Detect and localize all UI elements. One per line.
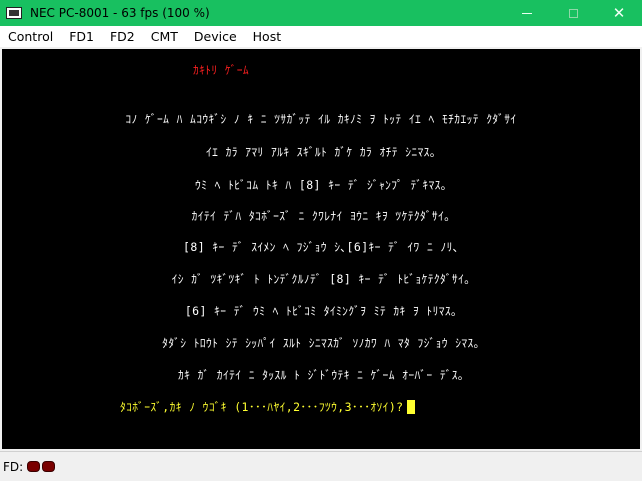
speed-prompt: ﾀｺﾎﾞｰｽﾞ,ｶｷ ﾉ ｳｺﾞｷ (1･･･ﾊﾔｲ,2･･･ﾌﾂｳ,3･･･ｵ…: [120, 399, 620, 415]
instruction-line-3: ｳﾐ ﾍ ﾄﾋﾞｺﾑ ﾄｷ ﾊ [8] ｷｰ ﾃﾞ ｼﾞｬﾝﾌﾟ ﾃﾞｷﾏｽ｡: [195, 178, 447, 192]
menu-host[interactable]: Host: [245, 26, 289, 47]
menu-fd1[interactable]: FD1: [61, 26, 102, 47]
close-icon: ✕: [612, 3, 626, 22]
title-bar: NEC PC-8001 - 63 fps (100 %) ✕: [0, 0, 642, 26]
menu-cmt[interactable]: CMT: [143, 26, 186, 47]
instruction-line-5: [8] ｷｰ ﾃﾞ ｽｲﾒﾝ ﾍ ﾌｼﾞｮｳ ｼ､[6]ｷｰ ﾃﾞ ｲﾜ ﾆ ﾉ…: [183, 240, 459, 254]
emulator-screen[interactable]: ｶｷﾄﾘ ｹﾞｰﾑ ｺﾉ ｹﾞｰﾑ ﾊ ﾑｺｳｷﾞｼ ﾉ ｷ ﾆ ﾂｻｶﾞｯﾃ …: [2, 49, 640, 449]
fd-led-1: [27, 461, 41, 472]
maximize-button[interactable]: [550, 0, 596, 26]
status-bar: FD:: [0, 451, 642, 481]
instruction-line-6: ｲｼ ｶﾞ ﾂｷﾞﾂｷﾞ ﾄ ﾄﾝﾃﾞｸﾙﾉﾃﾞ [8] ｷｰ ﾃﾞ ﾄﾋﾞｮｹ…: [171, 272, 471, 286]
instruction-line-4: ｶｲﾃｲ ﾃﾞﾊ ﾀｺﾎﾞｰｽﾞ ﾆ ｸﾜﾚﾅｲ ﾖｳﾆ ｷｦ ﾂｹﾃｸﾀﾞｻｲ…: [191, 209, 451, 223]
speed-prompt-text: ﾀｺﾎﾞｰｽﾞ,ｶｷ ﾉ ｳｺﾞｷ (1･･･ﾊﾔｲ,2･･･ﾌﾂｳ,3･･･ｵ…: [120, 400, 404, 414]
menu-fd2[interactable]: FD2: [102, 26, 143, 47]
instruction-line-1: ｺﾉ ｹﾞｰﾑ ﾊ ﾑｺｳｷﾞｼ ﾉ ｷ ﾆ ﾂｻｶﾞｯﾃ ｲﾙ ｶｷﾉﾐ ｦ …: [125, 112, 517, 126]
window-title: NEC PC-8001 - 63 fps (100 %): [30, 6, 210, 20]
instruction-line-7: [6] ｷｰ ﾃﾞ ｳﾐ ﾍ ﾄﾋﾞｺﾐ ﾀｲﾐﾝｸﾞｦ ﾐﾃ ｶｷ ｦ ﾄﾘﾏ…: [184, 304, 458, 318]
instruction-line-2: ｲｴ ｶﾗ ｱﾏﾘ ｱﾙｷ ｽｷﾞﾙﾄ ｶﾞｹ ｶﾗ ｵﾁﾃ ｼﾆﾏｽ｡: [206, 145, 436, 159]
game-title: ｶｷﾄﾘ ｹﾞｰﾑ: [192, 63, 250, 77]
menu-bar: Control FD1 FD2 CMT Device Host: [0, 26, 642, 47]
instruction-line-8: ﾀﾀﾞｼ ﾄﾛｳﾄ ｼﾃ ｼｯﾊﾟｲ ｽﾙﾄ ｼﾆﾏｽｶﾞ ｿﾉｶﾜ ﾊ ﾏﾀ …: [162, 336, 480, 350]
minimize-button[interactable]: [504, 0, 550, 26]
menu-device[interactable]: Device: [186, 26, 245, 47]
fd-led-2: [42, 461, 56, 472]
minimize-icon: [522, 12, 532, 14]
computer-icon: [6, 7, 22, 19]
text-cursor: [407, 400, 416, 414]
menu-control[interactable]: Control: [0, 26, 61, 47]
maximize-icon: [568, 8, 578, 18]
fd-status-label: FD:: [3, 459, 24, 474]
close-button[interactable]: ✕: [596, 0, 642, 26]
instruction-line-9: ｶｷ ｶﾞ ｶｲﾃｲ ﾆ ﾀｯｽﾙ ﾄ ｼﾞﾄﾞｳﾃｷ ﾆ ｹﾞｰﾑ ｵｰﾊﾞｰ…: [177, 368, 465, 382]
